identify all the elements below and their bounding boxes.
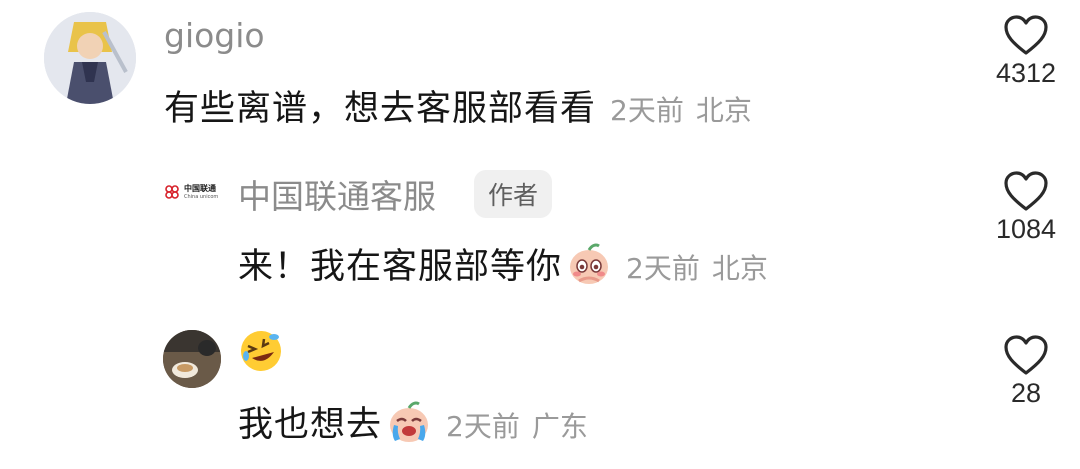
crying-emoji-icon xyxy=(386,399,432,454)
reply-time: 2天前 xyxy=(626,252,700,285)
reply-meta: 2天前 广东 xyxy=(446,410,588,443)
reply-text: 我也想去 2天前 广东 xyxy=(238,396,588,454)
unicom-logo-text: 中国联通 xyxy=(184,184,216,193)
reply-text: 来！我在客服部等你 2天前 北京 xyxy=(238,238,768,296)
like-count: 4312 xyxy=(995,58,1057,88)
reply-body: 来！我在客服部等你 xyxy=(238,247,563,287)
author-badge: 作者 xyxy=(474,170,553,218)
reply-author[interactable] xyxy=(238,328,284,382)
heart-outline-icon xyxy=(1004,335,1048,375)
comment-location: 北京 xyxy=(695,94,752,127)
heart-outline-icon xyxy=(1004,171,1048,211)
unicom-logo-subtext: China unicom xyxy=(184,194,219,200)
reply-location: 广东 xyxy=(531,410,588,443)
avatar-image xyxy=(44,12,136,104)
like-count: 1084 xyxy=(995,214,1057,244)
shy-emoji-icon xyxy=(566,241,612,296)
reply-location: 北京 xyxy=(711,252,768,285)
comment-time: 2天前 xyxy=(610,94,684,127)
like-button[interactable]: 4312 xyxy=(976,14,1076,89)
heart-outline-icon xyxy=(1004,15,1048,55)
reply-body: 我也想去 xyxy=(238,405,383,445)
like-button[interactable]: 28 xyxy=(976,334,1076,409)
comment-meta: 2天前 北京 xyxy=(610,94,752,127)
comment-author[interactable]: giogio xyxy=(164,16,265,55)
unicom-logo[interactable]: 中国联通 China unicom xyxy=(163,180,227,206)
reply-time: 2天前 xyxy=(446,410,520,443)
laughing-face-icon xyxy=(238,328,284,382)
reply-meta: 2天前 北京 xyxy=(626,252,768,285)
avatar-image xyxy=(163,330,221,388)
avatar[interactable] xyxy=(163,330,221,388)
reply-author[interactable]: 中国联通客服 xyxy=(238,170,436,218)
comment-text: 有些离谱，想去客服部看看 2天前 北京 xyxy=(164,80,752,131)
avatar[interactable] xyxy=(44,12,136,104)
like-count: 28 xyxy=(1010,378,1042,408)
comment-body: 有些离谱，想去客服部看看 xyxy=(164,89,597,129)
like-button[interactable]: 1084 xyxy=(976,170,1076,245)
